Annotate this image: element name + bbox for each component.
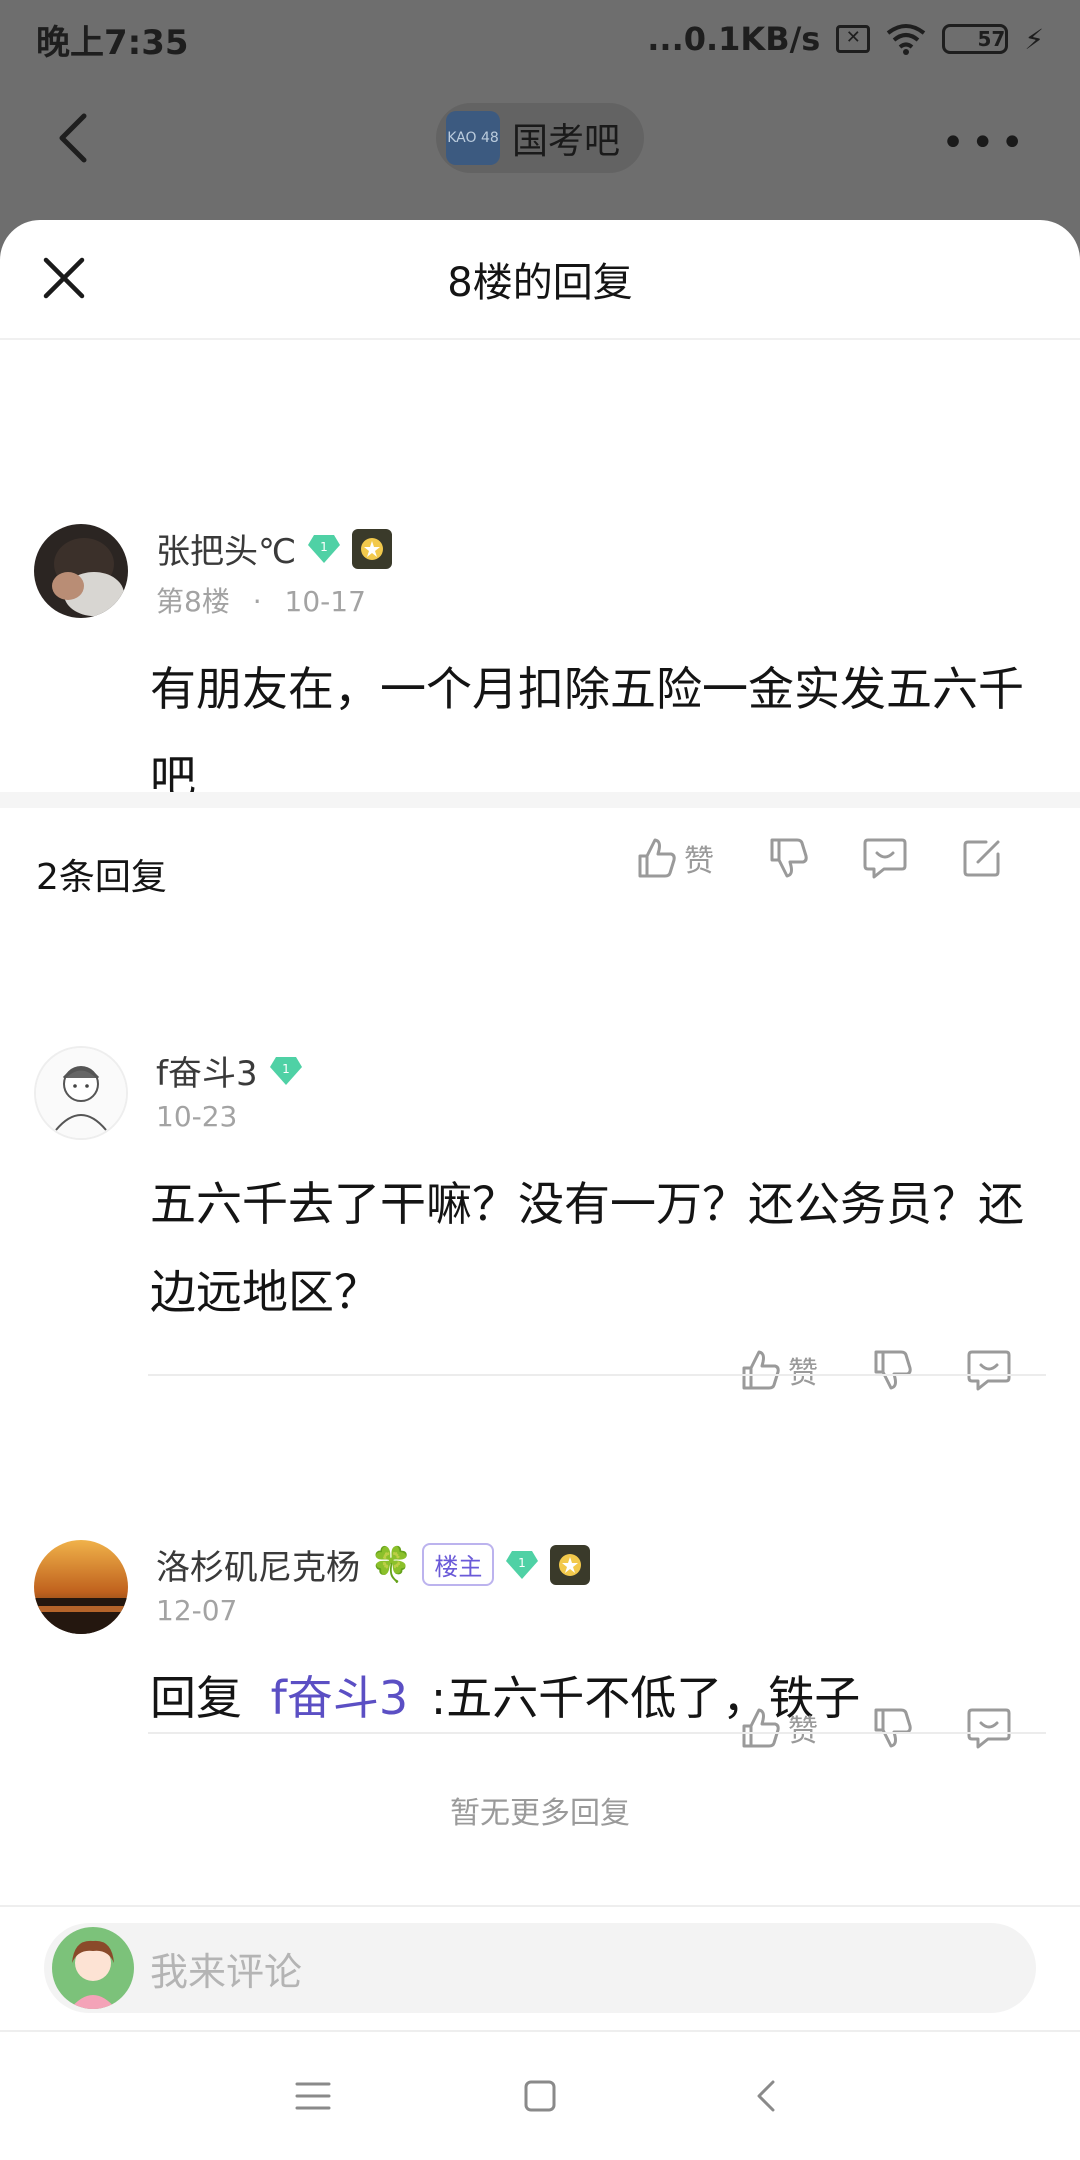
section-divider	[0, 792, 1080, 808]
level-gem-icon: 1	[268, 1053, 304, 1089]
my-avatar[interactable]	[52, 1927, 134, 2009]
svg-text:1: 1	[320, 540, 328, 554]
comment-icon[interactable]	[966, 1348, 1012, 1392]
reply-actions: 赞	[738, 1706, 1012, 1750]
home-icon[interactable]	[520, 2076, 560, 2116]
like-label: 赞	[684, 844, 714, 879]
like-label: 赞	[788, 1714, 818, 1749]
medal-icon	[550, 1544, 591, 1585]
close-icon[interactable]	[36, 250, 92, 306]
charging-icon: ⚡	[1024, 22, 1044, 56]
like-label: 赞	[788, 1356, 818, 1391]
user-line: 张把头℃ 1	[156, 524, 393, 573]
sheet-title: 8楼的回复	[447, 260, 633, 306]
level-gem-icon: 1	[306, 531, 342, 567]
battery-icon: 57	[942, 24, 1009, 54]
no-more-replies: 暂无更多回复	[450, 1796, 630, 1831]
network-speed: ...0.1KB/s	[647, 20, 821, 58]
background-nav-bar: KAO 48 国考吧 •••	[0, 78, 1080, 198]
reply-divider	[148, 1732, 1046, 1734]
floor-label: 第8楼	[156, 585, 230, 618]
comment-icon[interactable]	[966, 1706, 1012, 1750]
owner-tag: 楼主	[422, 1543, 495, 1586]
back-icon[interactable]	[46, 108, 106, 168]
user-line: f奋斗3 1	[156, 1046, 304, 1095]
forum-logo: KAO 48	[445, 111, 500, 165]
username[interactable]: 洛杉矶尼克杨	[156, 1540, 360, 1589]
thumbs-up-icon	[638, 838, 676, 878]
reply-sheet: 8楼的回复 张把头℃ 1 第8楼 · 10-17 有朋友在，一个月扣除五险一金实…	[0, 220, 1080, 2160]
back-nav-icon[interactable]	[747, 2076, 787, 2116]
status-bar: 晚上7:35 ...0.1KB/s ✕ 57 ⚡	[0, 0, 1080, 78]
reply-prefix: 回复	[150, 1671, 242, 1725]
reply-divider	[148, 1374, 1046, 1376]
more-icon[interactable]: •••	[941, 120, 1030, 166]
meta-separator: ·	[252, 585, 262, 618]
svg-text:1: 1	[282, 1062, 290, 1076]
status-icons: ...0.1KB/s ✕ 57 ⚡	[647, 20, 1044, 58]
sheet-header: 8楼的回复	[0, 220, 1080, 340]
system-nav-bar	[0, 2030, 1080, 2160]
user-line: 洛杉矶尼克杨 🍀 楼主 1	[156, 1540, 591, 1589]
comment-icon[interactable]	[862, 836, 908, 880]
comment-bar: 我来评论	[0, 1905, 1080, 2030]
sim-icon: ✕	[836, 25, 871, 53]
username[interactable]: 张把头℃	[156, 524, 296, 573]
clover-icon: 🍀	[370, 1544, 413, 1585]
thumbs-down-icon[interactable]	[870, 1706, 914, 1750]
avatar[interactable]	[34, 524, 128, 618]
avatar[interactable]	[34, 1540, 128, 1634]
thumbs-up-icon	[742, 1350, 780, 1390]
reply-actions: 赞	[738, 1348, 1012, 1392]
forum-chip[interactable]: KAO 48 国考吧	[435, 103, 644, 173]
medal-icon	[352, 528, 393, 569]
reply-content: 五六千去了干嘛？没有一万？还公务员？还边远地区？	[150, 1177, 1024, 1319]
menu-icon[interactable]	[293, 2078, 333, 2114]
username[interactable]: f奋斗3	[156, 1046, 258, 1095]
mention-link[interactable]: f奋斗3	[271, 1671, 408, 1725]
like-button[interactable]: 赞	[738, 1706, 818, 1750]
avatar[interactable]	[34, 1046, 128, 1140]
like-button[interactable]: 赞	[738, 1348, 818, 1392]
thumbs-down-icon[interactable]	[870, 1348, 914, 1392]
status-time: 晚上7:35	[36, 22, 189, 63]
like-button[interactable]: 赞	[634, 836, 714, 880]
forum-name: 国考吧	[511, 121, 620, 162]
wifi-icon	[887, 24, 926, 55]
reply-date: 10-23	[156, 1100, 238, 1133]
comment-input[interactable]: 我来评论	[44, 1923, 1036, 2013]
post-meta: 第8楼 · 10-17	[156, 580, 366, 620]
thumbs-up-icon	[742, 1708, 780, 1748]
reply-count: 2条回复	[36, 857, 167, 898]
thumbs-down-icon[interactable]	[766, 836, 810, 880]
reply-date: 12-07	[156, 1594, 238, 1627]
svg-text:1: 1	[519, 1556, 527, 1570]
post-date: 10-17	[284, 585, 366, 618]
edit-icon[interactable]	[960, 836, 1004, 880]
post-actions: 赞	[634, 836, 1004, 880]
level-gem-icon: 1	[504, 1547, 540, 1583]
